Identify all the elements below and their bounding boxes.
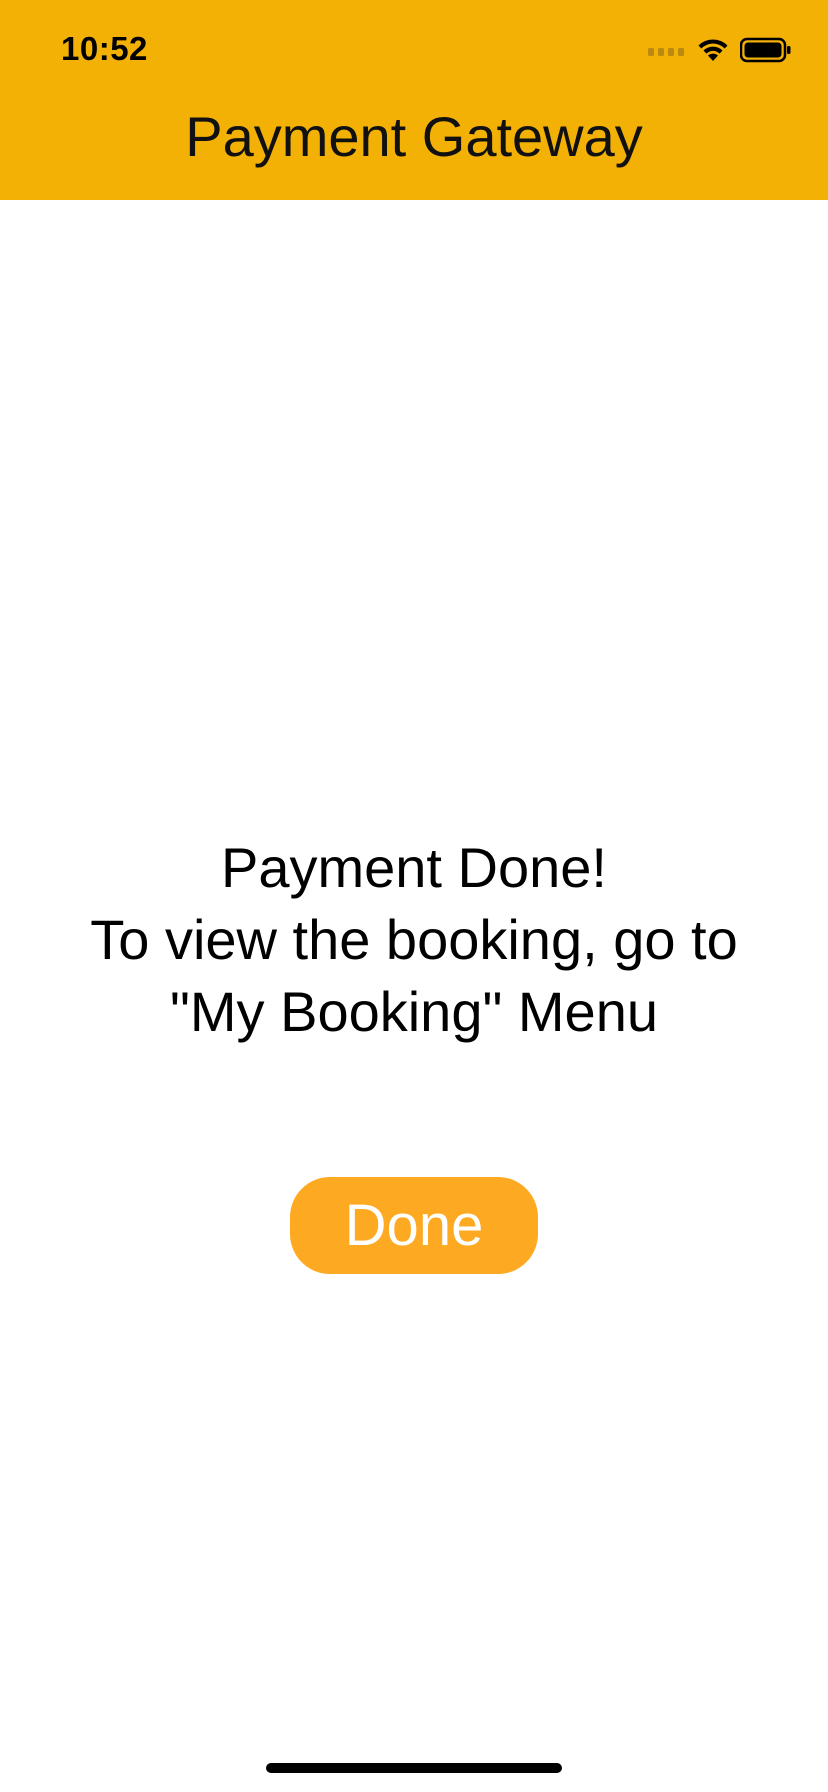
status-time: 10:52	[61, 30, 148, 67]
message-line-2: To view the booking, go to	[90, 908, 738, 971]
page-title: Payment Gateway	[185, 105, 643, 168]
navigation-bar: 10:52 Payment Gateway	[0, 0, 828, 200]
battery-icon	[740, 37, 792, 63]
payment-confirmation-message: Payment Done! To view the booking, go to…	[40, 832, 788, 1048]
cellular-signal-icon	[648, 44, 686, 56]
message-line-3: "My Booking" Menu	[170, 980, 658, 1043]
wifi-icon	[696, 37, 730, 63]
done-button[interactable]: Done	[290, 1177, 538, 1274]
home-indicator[interactable]	[266, 1763, 562, 1773]
message-line-1: Payment Done!	[221, 836, 607, 899]
status-icons	[648, 34, 792, 66]
